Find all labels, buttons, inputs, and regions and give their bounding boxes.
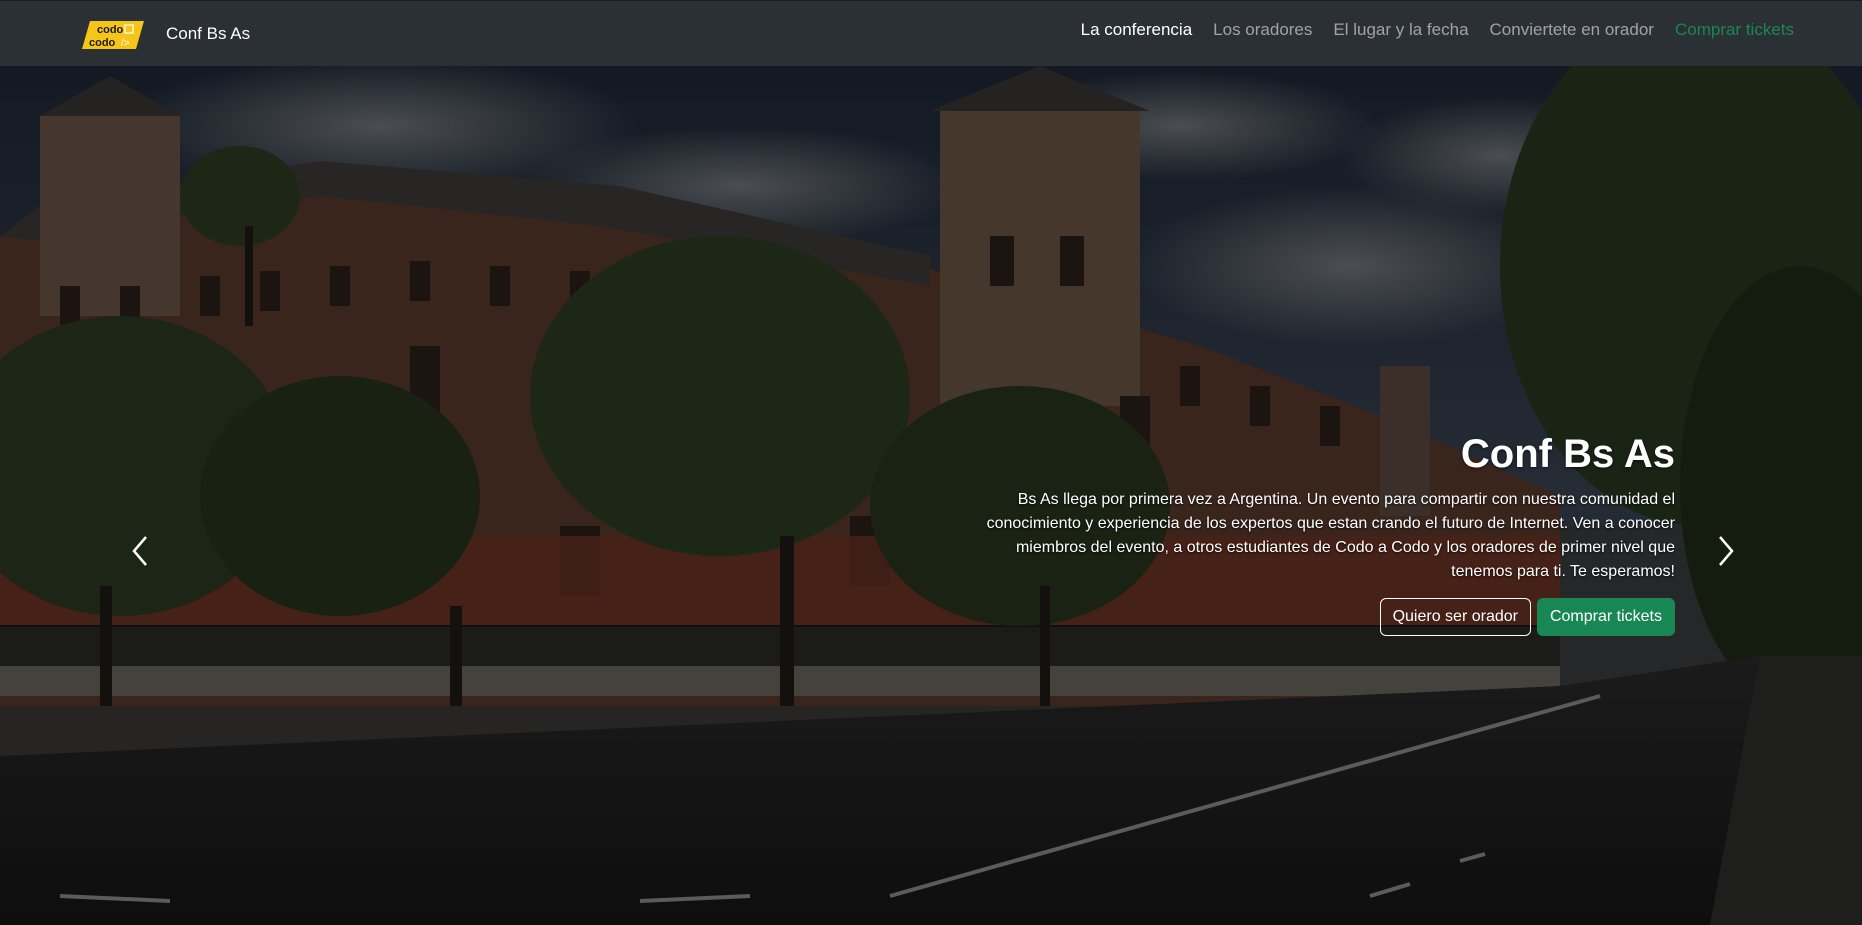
- nav-link-la-conferencia[interactable]: La conferencia: [1081, 20, 1193, 40]
- nav-link-comprar-tickets[interactable]: Comprar tickets: [1675, 20, 1794, 40]
- hero-carousel: Conf Bs As Bs As llega por primera vez a…: [0, 66, 1862, 925]
- svg-text:codo: codo: [89, 37, 116, 49]
- hero-buttons: Quiero ser orador Comprar tickets: [975, 598, 1675, 636]
- carousel-prev-button[interactable]: [126, 533, 156, 569]
- nav-links: La conferencia Los oradores El lugar y l…: [1060, 20, 1794, 40]
- quiero-ser-orador-button[interactable]: Quiero ser orador: [1379, 598, 1531, 636]
- nav-link-el-lugar-y-la-fecha[interactable]: El lugar y la fecha: [1333, 20, 1468, 40]
- svg-text:codo: codo: [97, 24, 124, 36]
- nav-link-los-oradores[interactable]: Los oradores: [1213, 20, 1312, 40]
- chevron-left-icon: [132, 536, 147, 566]
- carousel-next-button[interactable]: [1710, 533, 1740, 569]
- svg-text:/>: />: [121, 38, 130, 49]
- hero-description: Bs As llega por primera vez a Argentina.…: [986, 491, 1675, 580]
- brand-name[interactable]: Conf Bs As: [166, 24, 250, 44]
- codo-a-codo-logo[interactable]: codo codo />: [80, 19, 144, 51]
- hero-caption: Conf Bs As Bs As llega por primera vez a…: [975, 434, 1675, 636]
- comprar-tickets-button[interactable]: Comprar tickets: [1536, 598, 1675, 636]
- chevron-right-icon: [1719, 536, 1734, 566]
- nav-link-conviertete-en-orador[interactable]: Conviertete en orador: [1490, 20, 1654, 40]
- navbar: codo codo /> Conf Bs As La conferencia L…: [0, 0, 1862, 66]
- hero-title: Conf Bs As: [1460, 432, 1675, 476]
